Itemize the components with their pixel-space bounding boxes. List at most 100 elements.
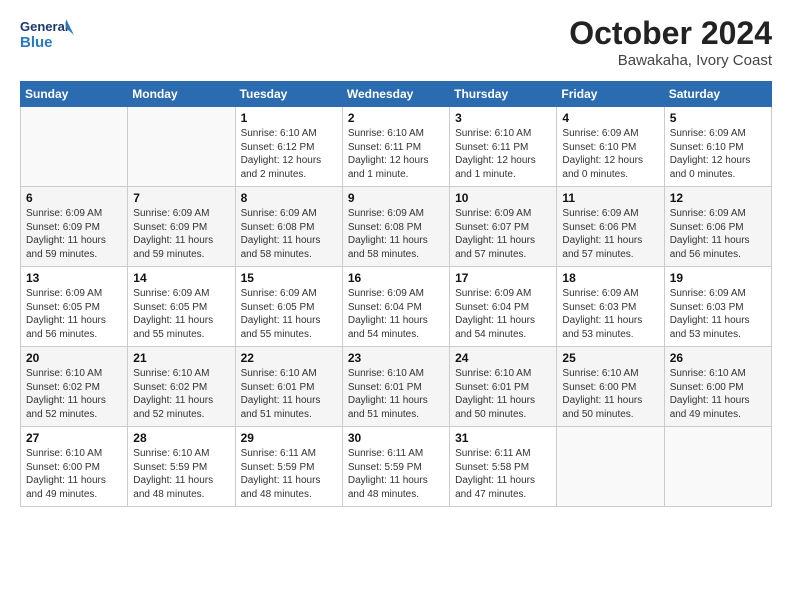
- svg-text:Blue: Blue: [20, 34, 53, 51]
- day-info: Sunrise: 6:10 AMSunset: 6:00 PMDaylight:…: [562, 367, 658, 421]
- calendar-week-3: 13 Sunrise: 6:09 AMSunset: 6:05 PMDayligh…: [21, 267, 772, 347]
- calendar-cell: 19 Sunrise: 6:09 AMSunset: 6:03 PMDayligh…: [664, 267, 771, 347]
- day-info: Sunrise: 6:09 AMSunset: 6:08 PMDaylight:…: [241, 207, 337, 261]
- day-info: Sunrise: 6:10 AMSunset: 6:00 PMDaylight:…: [670, 367, 766, 421]
- day-info: Sunrise: 6:10 AMSunset: 6:02 PMDaylight:…: [26, 367, 122, 421]
- calendar-cell: 16Sunrise: 6:09 AMSunset: 6:04 PMDayligh…: [342, 267, 449, 347]
- day-number: 25: [562, 351, 658, 365]
- calendar-cell: 26 Sunrise: 6:10 AMSunset: 6:00 PMDayligh…: [664, 347, 771, 427]
- calendar-cell: 1Sunrise: 6:10 AMSunset: 6:12 PMDaylight…: [235, 107, 342, 187]
- calendar-table: SundayMondayTuesdayWednesdayThursdayFrid…: [20, 81, 772, 507]
- weekday-thursday: Thursday: [450, 82, 557, 107]
- weekday-sunday: Sunday: [21, 82, 128, 107]
- day-info: Sunrise: 6:09 AMSunset: 6:09 PMDaylight:…: [26, 207, 122, 261]
- calendar-cell: 7Sunrise: 6:09 AMSunset: 6:09 PMDaylight…: [128, 187, 235, 267]
- calendar-body: 1Sunrise: 6:10 AMSunset: 6:12 PMDaylight…: [21, 107, 772, 507]
- day-number: 20: [26, 351, 122, 365]
- svg-text:General: General: [20, 19, 68, 34]
- day-info: Sunrise: 6:11 AMSunset: 5:59 PMDaylight:…: [241, 447, 337, 501]
- day-number: 30: [348, 431, 444, 445]
- day-info: Sunrise: 6:09 AMSunset: 6:10 PMDaylight:…: [562, 127, 658, 181]
- calendar-cell: 14 Sunrise: 6:09 AMSunset: 6:05 PMDayligh…: [128, 267, 235, 347]
- calendar-cell: 5Sunrise: 6:09 AMSunset: 6:10 PMDaylight…: [664, 107, 771, 187]
- day-number: 11: [562, 191, 658, 205]
- day-info: Sunrise: 6:09 AMSunset: 6:05 PMDaylight:…: [133, 287, 229, 341]
- day-number: 10: [455, 191, 551, 205]
- weekday-header-row: SundayMondayTuesdayWednesdayThursdayFrid…: [21, 82, 772, 107]
- day-number: 14: [133, 271, 229, 285]
- day-number: 8: [241, 191, 337, 205]
- day-info: Sunrise: 6:10 AMSunset: 6:01 PMDaylight:…: [455, 367, 551, 421]
- calendar-cell: 3 Sunrise: 6:10 AMSunset: 6:11 PMDaylight…: [450, 107, 557, 187]
- logo-svg: General Blue: [20, 15, 75, 57]
- day-info: Sunrise: 6:09 AMSunset: 6:06 PMDaylight:…: [562, 207, 658, 261]
- day-info: Sunrise: 6:10 AMSunset: 6:11 PMDaylight:…: [455, 127, 551, 181]
- day-number: 19: [670, 271, 766, 285]
- calendar-cell: 12 Sunrise: 6:09 AMSunset: 6:06 PMDayligh…: [664, 187, 771, 267]
- day-info: Sunrise: 6:09 AMSunset: 6:03 PMDaylight:…: [562, 287, 658, 341]
- day-info: Sunrise: 6:09 AMSunset: 6:09 PMDaylight:…: [133, 207, 229, 261]
- calendar-cell: 31 Sunrise: 6:11 AMSunset: 5:58 PMDayligh…: [450, 427, 557, 507]
- calendar-cell: 10 Sunrise: 6:09 AMSunset: 6:07 PMDayligh…: [450, 187, 557, 267]
- day-info: Sunrise: 6:11 AMSunset: 5:59 PMDaylight:…: [348, 447, 444, 501]
- calendar-week-4: 20 Sunrise: 6:10 AMSunset: 6:02 PMDayligh…: [21, 347, 772, 427]
- weekday-wednesday: Wednesday: [342, 82, 449, 107]
- location: Bawakaha, Ivory Coast: [569, 52, 772, 69]
- day-info: Sunrise: 6:10 AMSunset: 6:12 PMDaylight:…: [241, 127, 337, 181]
- calendar-cell: 21 Sunrise: 6:10 AMSunset: 6:02 PMDayligh…: [128, 347, 235, 427]
- day-info: Sunrise: 6:10 AMSunset: 6:00 PMDaylight:…: [26, 447, 122, 501]
- day-info: Sunrise: 6:09 AMSunset: 6:04 PMDaylight:…: [348, 287, 444, 341]
- day-info: Sunrise: 6:09 AMSunset: 6:04 PMDaylight:…: [455, 287, 551, 341]
- day-number: 13: [26, 271, 122, 285]
- day-number: 21: [133, 351, 229, 365]
- weekday-saturday: Saturday: [664, 82, 771, 107]
- calendar-cell: 30 Sunrise: 6:11 AMSunset: 5:59 PMDayligh…: [342, 427, 449, 507]
- day-number: 4: [562, 111, 658, 125]
- day-number: 3: [455, 111, 551, 125]
- day-number: 24: [455, 351, 551, 365]
- calendar-header: SundayMondayTuesdayWednesdayThursdayFrid…: [21, 82, 772, 107]
- day-info: Sunrise: 6:10 AMSunset: 6:11 PMDaylight:…: [348, 127, 444, 181]
- day-info: Sunrise: 6:09 AMSunset: 6:10 PMDaylight:…: [670, 127, 766, 181]
- calendar-cell: 17Sunrise: 6:09 AMSunset: 6:04 PMDayligh…: [450, 267, 557, 347]
- day-number: 29: [241, 431, 337, 445]
- calendar-week-2: 6 Sunrise: 6:09 AMSunset: 6:09 PMDaylight…: [21, 187, 772, 267]
- day-info: Sunrise: 6:09 AMSunset: 6:03 PMDaylight:…: [670, 287, 766, 341]
- day-number: 2: [348, 111, 444, 125]
- calendar-cell: 22Sunrise: 6:10 AMSunset: 6:01 PMDayligh…: [235, 347, 342, 427]
- day-number: 26: [670, 351, 766, 365]
- day-number: 6: [26, 191, 122, 205]
- calendar-cell: 8 Sunrise: 6:09 AMSunset: 6:08 PMDaylight…: [235, 187, 342, 267]
- weekday-friday: Friday: [557, 82, 664, 107]
- calendar-cell: 28Sunrise: 6:10 AMSunset: 5:59 PMDayligh…: [128, 427, 235, 507]
- calendar-cell: 24 Sunrise: 6:10 AMSunset: 6:01 PMDayligh…: [450, 347, 557, 427]
- title-block: October 2024 Bawakaha, Ivory Coast: [569, 15, 772, 69]
- day-number: 12: [670, 191, 766, 205]
- calendar-cell: 23 Sunrise: 6:10 AMSunset: 6:01 PMDayligh…: [342, 347, 449, 427]
- calendar-cell: 4 Sunrise: 6:09 AMSunset: 6:10 PMDaylight…: [557, 107, 664, 187]
- calendar-cell: 2 Sunrise: 6:10 AMSunset: 6:11 PMDaylight…: [342, 107, 449, 187]
- day-info: Sunrise: 6:10 AMSunset: 6:02 PMDaylight:…: [133, 367, 229, 421]
- page: General Blue October 2024 Bawakaha, Ivor…: [0, 0, 792, 612]
- day-number: 27: [26, 431, 122, 445]
- logo: General Blue: [20, 15, 75, 57]
- day-number: 31: [455, 431, 551, 445]
- day-number: 23: [348, 351, 444, 365]
- day-number: 15: [241, 271, 337, 285]
- day-info: Sunrise: 6:10 AMSunset: 5:59 PMDaylight:…: [133, 447, 229, 501]
- day-info: Sunrise: 6:09 AMSunset: 6:08 PMDaylight:…: [348, 207, 444, 261]
- day-info: Sunrise: 6:09 AMSunset: 6:07 PMDaylight:…: [455, 207, 551, 261]
- day-info: Sunrise: 6:10 AMSunset: 6:01 PMDaylight:…: [348, 367, 444, 421]
- calendar-cell: 27 Sunrise: 6:10 AMSunset: 6:00 PMDayligh…: [21, 427, 128, 507]
- calendar-week-1: 1Sunrise: 6:10 AMSunset: 6:12 PMDaylight…: [21, 107, 772, 187]
- calendar-cell: 9Sunrise: 6:09 AMSunset: 6:08 PMDaylight…: [342, 187, 449, 267]
- day-info: Sunrise: 6:11 AMSunset: 5:58 PMDaylight:…: [455, 447, 551, 501]
- day-info: Sunrise: 6:10 AMSunset: 6:01 PMDaylight:…: [241, 367, 337, 421]
- calendar-cell: 29 Sunrise: 6:11 AMSunset: 5:59 PMDayligh…: [235, 427, 342, 507]
- day-info: Sunrise: 6:09 AMSunset: 6:06 PMDaylight:…: [670, 207, 766, 261]
- calendar-cell: 13Sunrise: 6:09 AMSunset: 6:05 PMDayligh…: [21, 267, 128, 347]
- calendar-cell: 6 Sunrise: 6:09 AMSunset: 6:09 PMDaylight…: [21, 187, 128, 267]
- calendar-cell: [557, 427, 664, 507]
- day-number: 18: [562, 271, 658, 285]
- calendar-cell: [664, 427, 771, 507]
